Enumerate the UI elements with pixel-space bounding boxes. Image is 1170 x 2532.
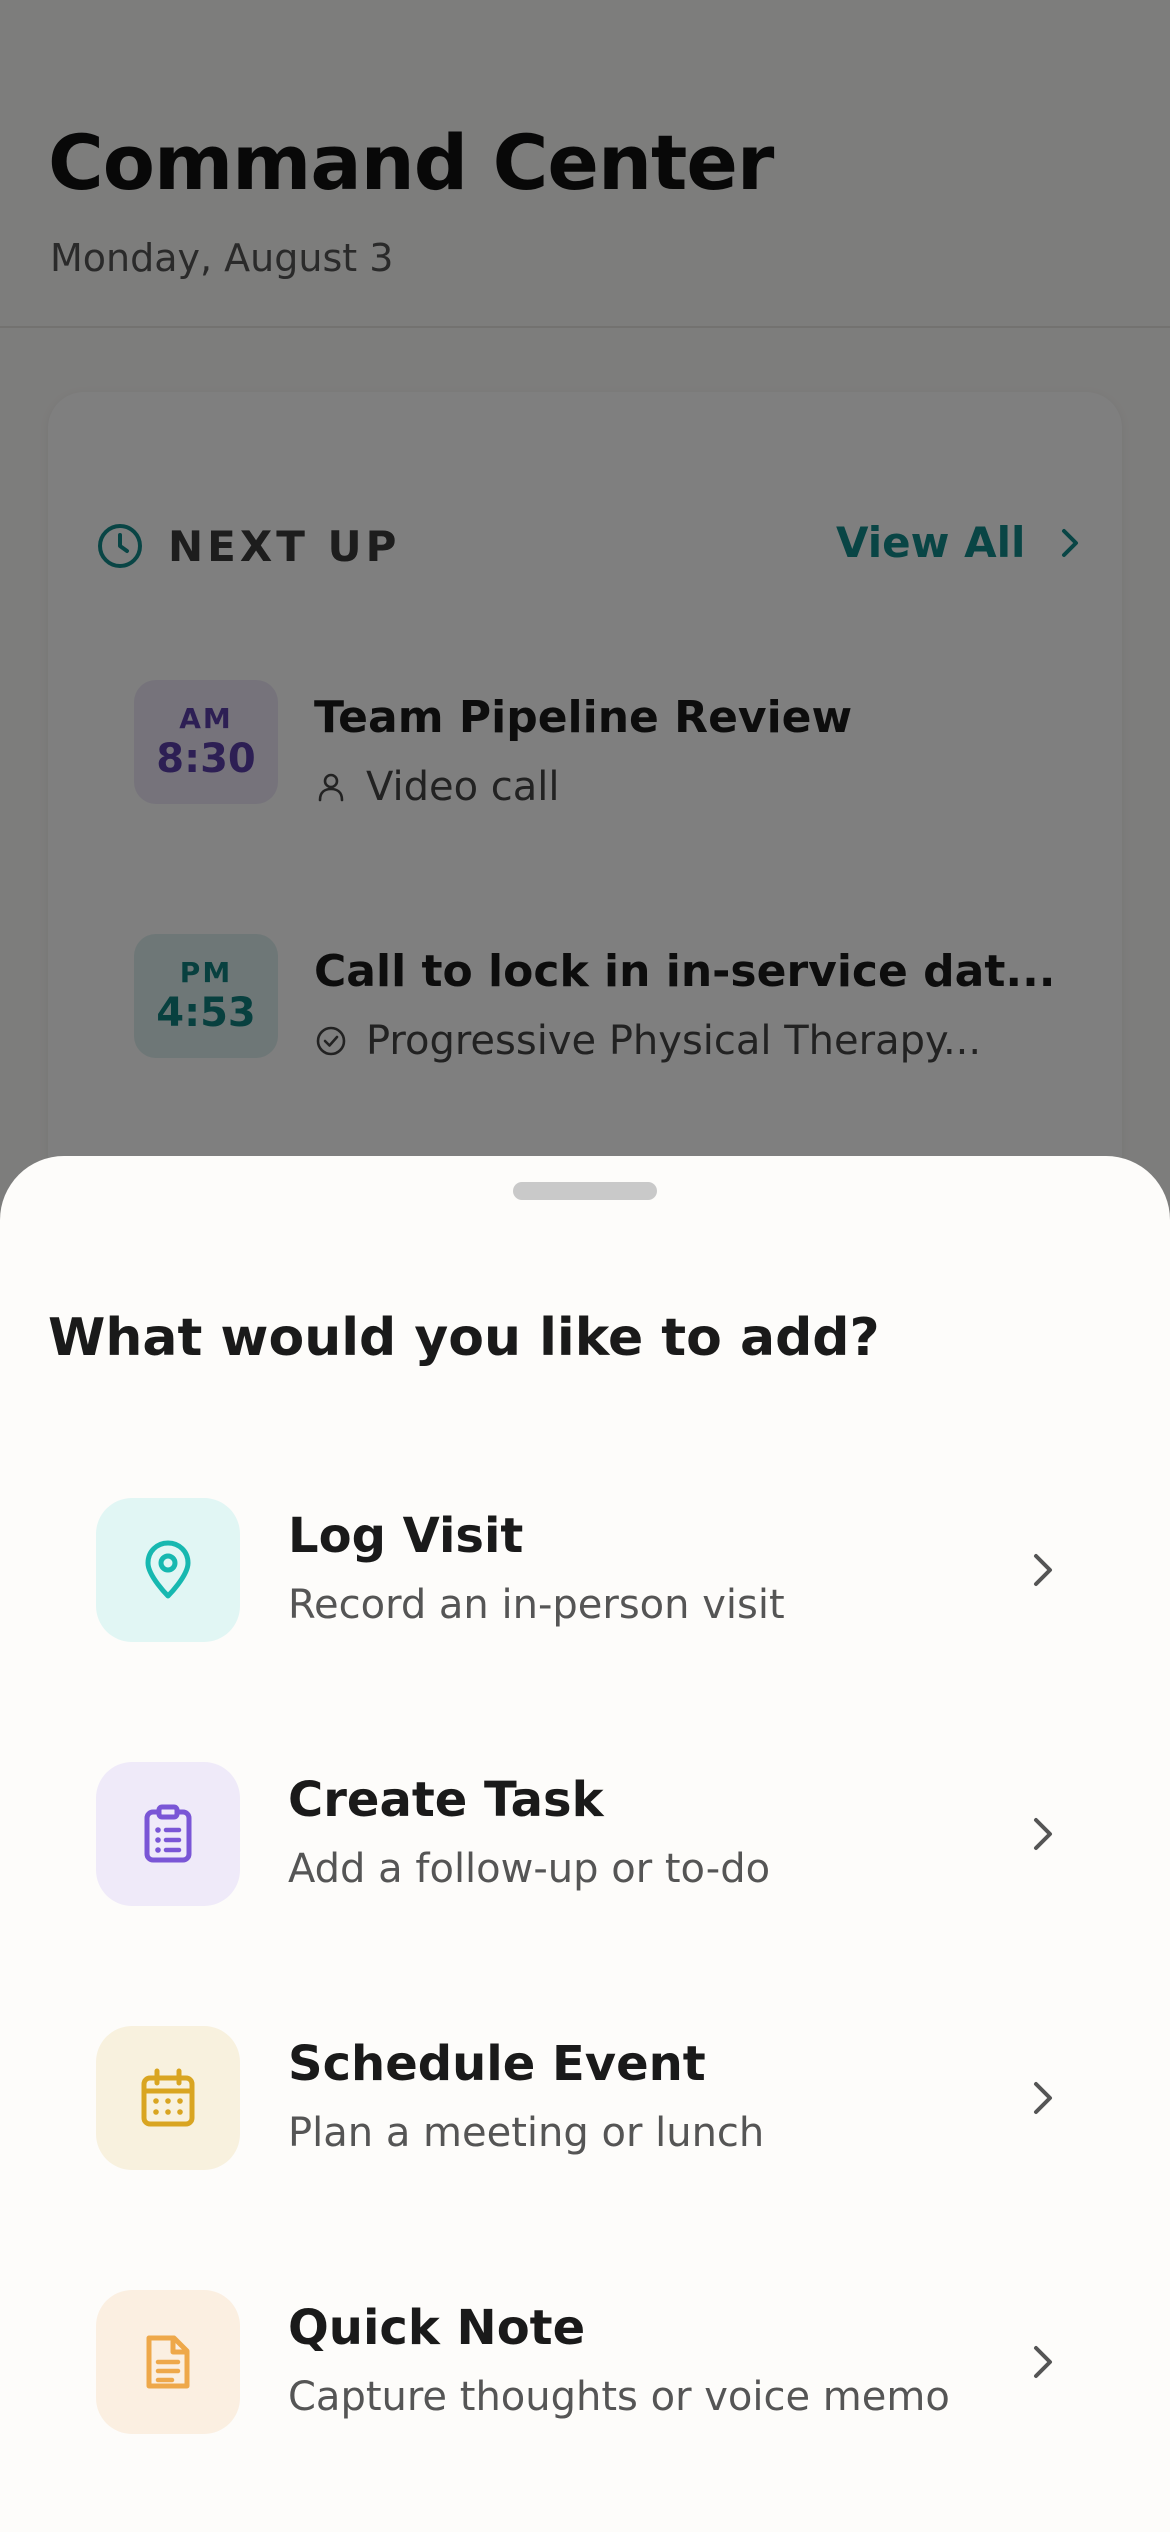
chevron-right-icon: [1034, 1818, 1052, 1850]
map-pin-icon: [145, 1540, 191, 1599]
add-bottom-sheet: What would you like to add? Log Visit Re…: [0, 1156, 1170, 2532]
document-icon: [146, 2335, 190, 2389]
clipboard-list-icon: [144, 1804, 192, 1863]
log-visit-option[interactable]: Log Visit Record an in-person visit: [96, 1498, 1076, 1644]
chevron-right-icon: [1034, 2082, 1052, 2114]
option-subtitle: Add a follow-up or to-do: [288, 1846, 771, 1892]
calendar-icon: [141, 2068, 195, 2127]
option-title: Create Task: [288, 1772, 604, 1828]
option-title: Log Visit: [288, 1508, 524, 1564]
chevron-right-icon: [1034, 1554, 1052, 1586]
map-pin-icon-tile: [96, 1498, 240, 1642]
option-subtitle: Capture thoughts or voice memo: [288, 2374, 950, 2420]
calendar-icon-tile: [96, 2026, 240, 2170]
option-title: Schedule Event: [288, 2036, 706, 2092]
option-subtitle: Record an in-person visit: [288, 1582, 785, 1628]
sheet-grabber[interactable]: [513, 1182, 657, 1200]
quick-note-option[interactable]: Quick Note Capture thoughts or voice mem…: [96, 2290, 1076, 2436]
option-subtitle: Plan a meeting or lunch: [288, 2110, 765, 2156]
document-icon-tile: [96, 2290, 240, 2434]
chevron-right-icon: [1034, 2346, 1052, 2378]
option-title: Quick Note: [288, 2300, 586, 2356]
clipboard-icon-tile: [96, 1762, 240, 1906]
create-task-option[interactable]: Create Task Add a follow-up or to-do: [96, 1762, 1076, 1908]
sheet-title: What would you like to add?: [48, 1308, 880, 1368]
schedule-event-option[interactable]: Schedule Event Plan a meeting or lunch: [96, 2026, 1076, 2172]
